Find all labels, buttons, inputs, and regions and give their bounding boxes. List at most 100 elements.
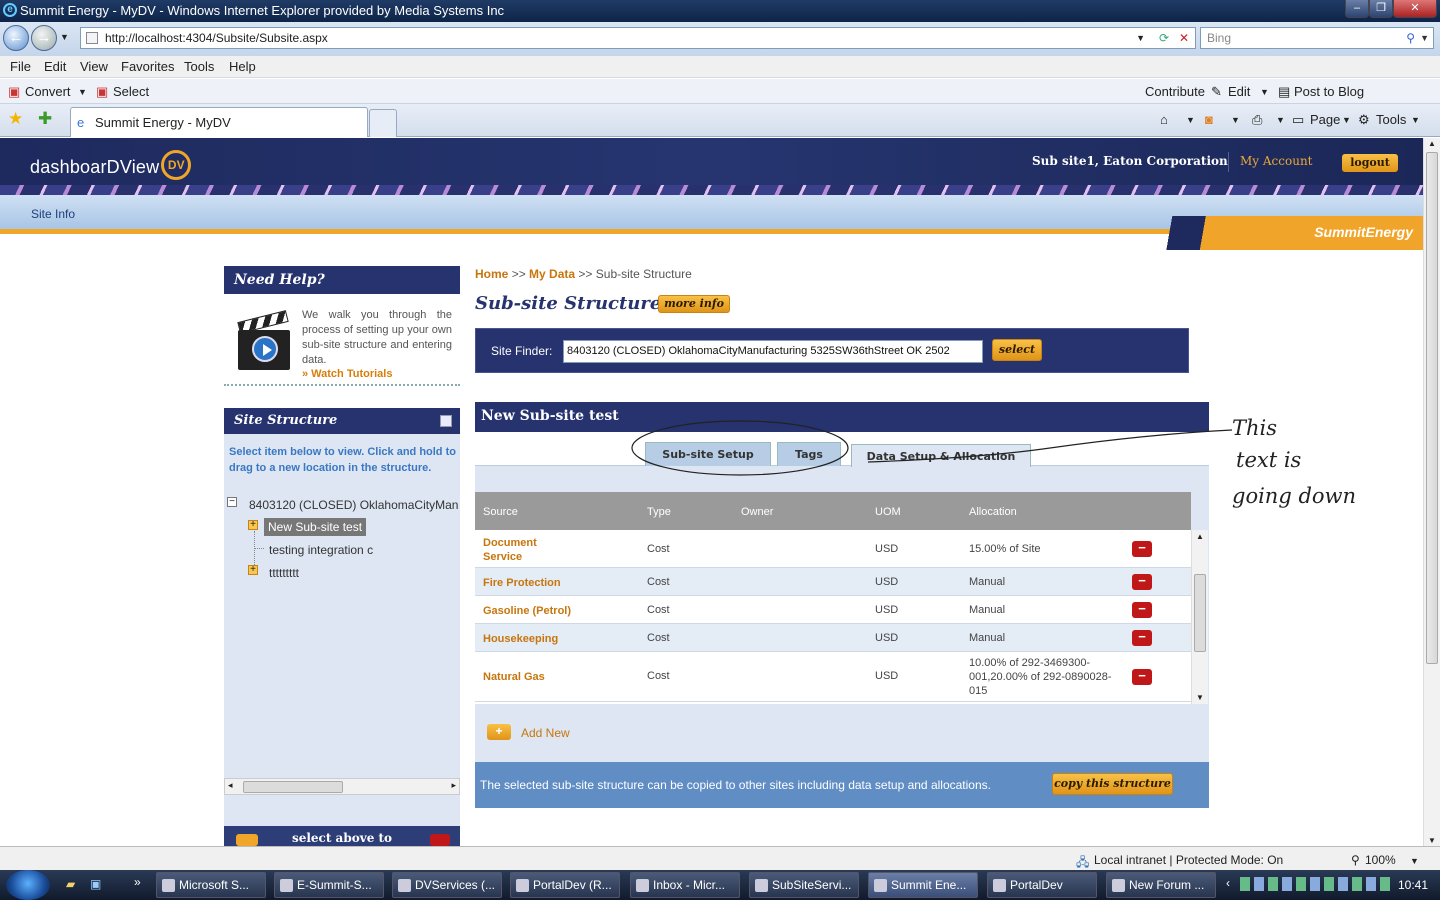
taskbar-item[interactable]: Inbox - Micr...: [630, 872, 740, 898]
minimize-button[interactable]: –: [1345, 0, 1369, 18]
quicklaunch-more-icon[interactable]: »: [134, 875, 141, 889]
taskbar-item[interactable]: DVServices (...: [392, 872, 502, 898]
menu-view[interactable]: View: [80, 59, 108, 74]
feeds-dropdown-icon[interactable]: ▼: [1231, 115, 1240, 125]
site-finder-input[interactable]: 8403120 (CLOSED) OklahomaCityManufacturi…: [563, 340, 983, 363]
scroll-left-icon[interactable]: ◂: [228, 780, 233, 791]
table-row[interactable]: Document Service Cost USD 15.00% of Site…: [475, 530, 1191, 568]
convert-button[interactable]: Convert: [25, 84, 71, 99]
edit-dropdown-icon[interactable]: ▼: [1260, 87, 1269, 97]
taskbar-item[interactable]: Microsoft S...: [156, 872, 266, 898]
expand-panel-icon[interactable]: [440, 415, 452, 427]
menu-file[interactable]: File: [10, 59, 31, 74]
feeds-icon[interactable]: ◙: [1205, 112, 1213, 127]
table-row[interactable]: Natural Gas Cost USD 10.00% of 292-34693…: [475, 652, 1191, 702]
home-dropdown-icon[interactable]: ▼: [1186, 115, 1195, 125]
menu-tools[interactable]: Tools: [184, 59, 214, 74]
tools-dropdown-icon[interactable]: ▼: [1411, 115, 1420, 125]
taskbar-item[interactable]: PortalDev: [987, 872, 1097, 898]
page-vertical-scrollbar[interactable]: ▲ ▼: [1423, 138, 1440, 846]
add-icon[interactable]: [236, 834, 258, 846]
scroll-thumb[interactable]: [243, 781, 343, 793]
favorites-star-icon[interactable]: ★: [8, 109, 23, 129]
search-options-icon[interactable]: ▼: [1420, 28, 1429, 48]
browser-tab-summit[interactable]: e Summit Energy - MyDV: [70, 107, 368, 137]
taskbar-item-active[interactable]: Summit Ene...: [868, 872, 978, 898]
system-tray-icons[interactable]: [1240, 877, 1390, 891]
tree-collapse-icon[interactable]: −: [227, 497, 237, 507]
explorer-icon[interactable]: ▰: [66, 877, 75, 891]
tree-node-new-subsite[interactable]: New Sub-site test: [264, 518, 367, 536]
scroll-down-icon[interactable]: ▼: [1196, 693, 1204, 702]
search-icon[interactable]: ⚲: [1406, 28, 1415, 48]
close-window-button[interactable]: ✕: [1393, 0, 1437, 18]
remove-row-button[interactable]: −: [1132, 574, 1152, 590]
menu-edit[interactable]: Edit: [44, 59, 66, 74]
more-info-button[interactable]: more info: [658, 295, 730, 313]
col-owner[interactable]: Owner: [741, 506, 773, 518]
tree-expand-icon[interactable]: +: [248, 565, 258, 575]
edit-button[interactable]: Edit: [1228, 84, 1250, 99]
home-icon[interactable]: ⌂: [1160, 112, 1168, 127]
address-dropdown-icon[interactable]: ▼: [1136, 28, 1145, 48]
menu-help[interactable]: Help: [229, 59, 256, 74]
search-input[interactable]: Bing ⚲ ▼: [1200, 27, 1434, 49]
scroll-up-icon[interactable]: ▲: [1196, 532, 1204, 541]
site-info-link[interactable]: Site Info: [31, 207, 75, 221]
site-select-button[interactable]: select: [992, 339, 1042, 361]
add-new-button[interactable]: +: [487, 724, 511, 740]
history-dropdown-icon[interactable]: ▼: [60, 32, 69, 42]
scroll-up-icon[interactable]: ▲: [1428, 139, 1436, 148]
add-favorites-icon[interactable]: ✚: [38, 109, 52, 129]
print-icon[interactable]: ⎙: [1252, 112, 1262, 128]
tree-node-tttt[interactable]: ttttttttt: [269, 566, 299, 580]
add-new-link[interactable]: Add New: [521, 726, 570, 740]
zoom-dropdown-icon[interactable]: ▼: [1410, 856, 1419, 866]
my-account-link[interactable]: My Account: [1240, 154, 1313, 168]
taskbar-item[interactable]: E-Summit-S...: [274, 872, 384, 898]
table-row[interactable]: Fire Protection Cost USD Manual −: [475, 568, 1191, 596]
page-dropdown-icon[interactable]: ▼: [1342, 115, 1351, 125]
remove-row-button[interactable]: −: [1132, 602, 1152, 618]
convert-dropdown-icon[interactable]: ▼: [78, 87, 87, 97]
zoom-level[interactable]: 100%: [1365, 853, 1396, 867]
scroll-thumb[interactable]: [1194, 574, 1206, 652]
row-source-link[interactable]: Fire Protection: [483, 576, 561, 590]
desktop-icon[interactable]: ▣: [90, 877, 101, 891]
row-source-link[interactable]: Natural Gas: [483, 670, 545, 684]
taskbar-item[interactable]: SubSiteServi...: [749, 872, 859, 898]
tree-node-root[interactable]: 8403120 (CLOSED) OklahomaCityManufacturi…: [249, 498, 459, 512]
stop-icon[interactable]: ✕: [1179, 28, 1189, 48]
security-zone[interactable]: Local intranet | Protected Mode: On: [1094, 853, 1283, 867]
remove-row-button[interactable]: −: [1132, 630, 1152, 646]
remove-row-button[interactable]: −: [1132, 669, 1152, 685]
taskbar-item[interactable]: PortalDev (R...: [510, 872, 620, 898]
remove-row-button[interactable]: −: [1132, 541, 1152, 557]
contribute-button[interactable]: Contribute: [1145, 84, 1205, 99]
tree-expand-icon[interactable]: +: [248, 520, 258, 530]
dashboardview-logo[interactable]: dashboarDView DV: [30, 150, 192, 180]
col-source[interactable]: Source: [483, 506, 518, 518]
select-button[interactable]: Select: [113, 84, 149, 99]
refresh-icon[interactable]: ⟳: [1159, 28, 1169, 48]
tree-node-testing[interactable]: testing integration c: [269, 543, 373, 557]
col-type[interactable]: Type: [647, 506, 671, 518]
breadcrumb-my-data[interactable]: My Data: [529, 267, 575, 281]
back-button[interactable]: ←: [3, 25, 29, 51]
table-row[interactable]: Gasoline (Petrol) Cost USD Manual −: [475, 596, 1191, 624]
post-to-blog-button[interactable]: Post to Blog: [1294, 84, 1364, 99]
taskbar-item[interactable]: New Forum ...: [1106, 872, 1216, 898]
scroll-thumb[interactable]: [1426, 152, 1438, 664]
table-row[interactable]: Housekeeping Cost USD Manual −: [475, 624, 1191, 652]
tools-menu[interactable]: Tools: [1376, 112, 1406, 127]
maximize-button[interactable]: ❐: [1369, 0, 1393, 18]
address-input[interactable]: http://localhost:4304/Subsite/Subsite.as…: [80, 27, 1196, 49]
forward-button[interactable]: →: [31, 25, 57, 51]
menu-favorites[interactable]: Favorites: [121, 59, 174, 74]
grid-vertical-scrollbar[interactable]: ▲ ▼: [1191, 530, 1208, 704]
copy-structure-button[interactable]: copy this structure: [1052, 773, 1173, 795]
remove-icon[interactable]: [430, 834, 450, 846]
tree-horizontal-scrollbar[interactable]: ◂ ▸: [224, 778, 460, 795]
col-allocation[interactable]: Allocation: [969, 506, 1017, 518]
logout-button[interactable]: logout: [1342, 154, 1398, 172]
